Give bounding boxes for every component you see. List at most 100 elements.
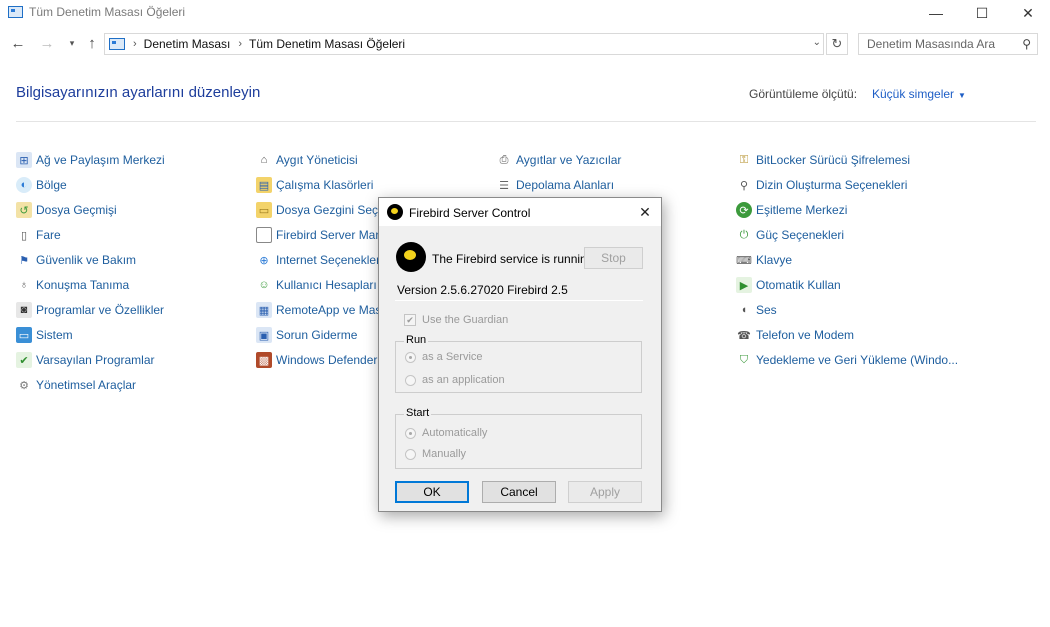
start-automatically-label: Automatically <box>422 427 488 439</box>
sync-icon: ⟳ <box>736 202 752 218</box>
view-by-dropdown[interactable]: Küçük simgeler ▼ <box>872 87 966 101</box>
users-icon: ☺ <box>258 279 270 291</box>
run-legend: Run <box>404 334 429 346</box>
view-by-value[interactable]: Küçük simgeler <box>872 87 954 101</box>
cp-item[interactable]: ▦ RemoteApp ve Mas <box>256 301 381 319</box>
power-icon: ⏻ <box>739 228 749 241</box>
radio-unselected-icon[interactable] <box>405 448 416 460</box>
control-panel-icon <box>8 6 23 18</box>
cp-item[interactable]: ⊕ Internet Seçenekleri <box>256 251 382 269</box>
page-title: Bilgisayarınızın ayarlarını düzenleyin <box>16 84 261 101</box>
up-arrow-icon[interactable]: ↑ <box>83 34 101 52</box>
dialog-title-bar[interactable]: Firebird Server Control ✕ <box>379 198 661 226</box>
navigation-bar: ← → ▾ ↑ › Denetim Masası › Tüm Denetim M… <box>0 30 1050 58</box>
use-guardian-checkbox[interactable]: ✔ Use the Guardian <box>404 314 508 326</box>
cp-item[interactable]: ⚙ Yönetimsel Araçlar <box>16 376 136 394</box>
dialog-close-icon[interactable]: ✕ <box>633 202 657 222</box>
breadcrumb-separator-icon[interactable]: › <box>238 38 242 50</box>
stop-button[interactable]: Stop <box>584 247 643 269</box>
radio-selected-icon[interactable] <box>405 351 416 363</box>
printer-icon: ⎙ <box>499 153 509 166</box>
run-as-service-radio[interactable]: as a Service <box>405 351 483 363</box>
cp-item[interactable]: ▩ Windows Defender <box>256 351 377 369</box>
run-as-application-label: as an application <box>422 374 505 386</box>
cp-item[interactable]: ◙ Programlar ve Özellikler <box>16 301 164 319</box>
start-automatically-radio[interactable]: Automatically <box>405 427 487 439</box>
cp-item[interactable]: ▭ Sistem <box>16 326 73 344</box>
window-title: Tüm Denetim Masası Öğeleri <box>29 5 186 19</box>
troubleshoot-icon: ▣ <box>256 327 272 343</box>
breadcrumb-all-items[interactable]: Tüm Denetim Masası Öğeleri <box>249 37 405 51</box>
minimize-button[interactable]: — <box>913 0 959 26</box>
cancel-button[interactable]: Cancel <box>482 481 556 503</box>
run-as-application-radio[interactable]: as an application <box>405 374 505 386</box>
backup-icon: ⛉ <box>739 353 749 366</box>
cp-item[interactable]: ▯ Fare <box>16 226 61 244</box>
cp-item[interactable]: ⟳ Eşitleme Merkezi <box>736 201 847 219</box>
start-legend: Start <box>404 407 432 419</box>
breadcrumb-separator-icon[interactable]: › <box>133 38 137 50</box>
caret-down-icon[interactable]: ▼ <box>958 91 966 100</box>
cp-item[interactable]: ⌂ Aygıt Yöneticisi <box>256 151 358 169</box>
cp-item[interactable]: ▭ Dosya Gezgini Seçe <box>256 201 385 219</box>
firebird-dialog: Firebird Server Control ✕ The Firebird s… <box>378 197 662 512</box>
start-manually-radio[interactable]: Manually <box>405 448 466 460</box>
search-input[interactable] <box>859 34 1009 54</box>
work-folders-icon: ▤ <box>256 177 272 193</box>
search-icon[interactable]: ⚲ <box>1022 37 1031 51</box>
ok-button[interactable]: OK <box>395 481 469 503</box>
radio-selected-icon[interactable] <box>405 427 416 439</box>
checkmark-icon[interactable]: ✔ <box>404 314 416 326</box>
internet-options-icon: ⊕ <box>259 254 269 267</box>
cp-item[interactable]: ◖ Ses <box>736 301 777 319</box>
refresh-button[interactable]: ↻ <box>826 33 848 55</box>
back-arrow-icon[interactable]: ← <box>9 34 27 52</box>
device-manager-icon: ⌂ <box>260 154 268 166</box>
microphone-icon: ♁ <box>19 279 29 291</box>
cp-item[interactable]: ⎙ Aygıtlar ve Yazıcılar <box>496 151 622 169</box>
globe-clock-icon: ◐ <box>16 177 32 193</box>
cp-item[interactable]: ↺ Dosya Geçmişi <box>16 201 117 219</box>
control-panel-icon <box>109 38 125 50</box>
address-bar[interactable]: › Denetim Masası › Tüm Denetim Masası Öğ… <box>104 33 824 55</box>
breadcrumb-control-panel[interactable]: Denetim Masası <box>144 37 231 51</box>
indexing-icon: ⚲ <box>739 179 749 192</box>
cp-item[interactable]: ◐ Bölge <box>16 176 67 194</box>
radio-unselected-icon[interactable] <box>405 374 416 386</box>
cp-item[interactable]: ⚑ Güvenlik ve Bakım <box>16 251 136 269</box>
cp-item[interactable]: ✔ Varsayılan Programlar <box>16 351 155 369</box>
address-dropdown-icon[interactable]: ⌄ <box>813 37 821 48</box>
file-history-icon: ↺ <box>16 202 32 218</box>
cp-item[interactable]: ▶ Otomatik Kullan <box>736 276 841 294</box>
search-box[interactable]: ⚲ <box>858 33 1038 55</box>
service-status: The Firebird service is running. <box>432 252 597 266</box>
dialog-title: Firebird Server Control <box>409 206 531 220</box>
cp-item[interactable]: ⌨ Klavye <box>736 251 792 269</box>
cp-item[interactable]: ▤ Çalışma Klasörleri <box>256 176 373 194</box>
storage-icon: ☰ <box>499 179 509 192</box>
cp-item[interactable]: Firebird Server Man <box>256 226 382 244</box>
programs-icon: ◙ <box>16 302 32 318</box>
cp-item[interactable]: ☎ Telefon ve Modem <box>736 326 854 344</box>
cp-item[interactable]: ♁ Konuşma Tanıma <box>16 276 129 294</box>
cp-item[interactable]: ⏻ Güç Seçenekleri <box>736 226 844 244</box>
cp-item[interactable]: ▣ Sorun Giderme <box>256 326 357 344</box>
recent-locations-chevron-icon[interactable]: ▾ <box>63 34 81 52</box>
autoplay-icon: ▶ <box>736 277 752 293</box>
default-programs-icon: ✔ <box>16 352 32 368</box>
network-icon: ⊞ <box>16 152 32 168</box>
cp-item[interactable]: ☰ Depolama Alanları <box>496 176 614 194</box>
version-text: Version 2.5.6.27020 Firebird 2.5 <box>397 283 568 297</box>
forward-arrow-icon[interactable]: → <box>38 34 56 52</box>
bitlocker-icon: ⚿ <box>739 153 749 166</box>
cp-item[interactable]: ⚲ Dizin Oluşturma Seçenekleri <box>736 176 907 194</box>
computer-icon: ▭ <box>16 327 32 343</box>
cp-item[interactable]: ☺ Kullanıcı Hesapları <box>256 276 376 294</box>
apply-button[interactable]: Apply <box>568 481 642 503</box>
close-button[interactable]: ✕ <box>1005 0 1050 26</box>
maximize-button[interactable]: ☐ <box>959 0 1005 26</box>
cp-item[interactable]: ⛉ Yedekleme ve Geri Yükleme (Windo... <box>736 351 958 369</box>
cp-item[interactable]: ⚿ BitLocker Sürücü Şifrelemesi <box>736 151 910 169</box>
run-as-service-label: as a Service <box>422 351 483 363</box>
cp-item[interactable]: ⊞ Ağ ve Paylaşım Merkezi <box>16 151 165 169</box>
